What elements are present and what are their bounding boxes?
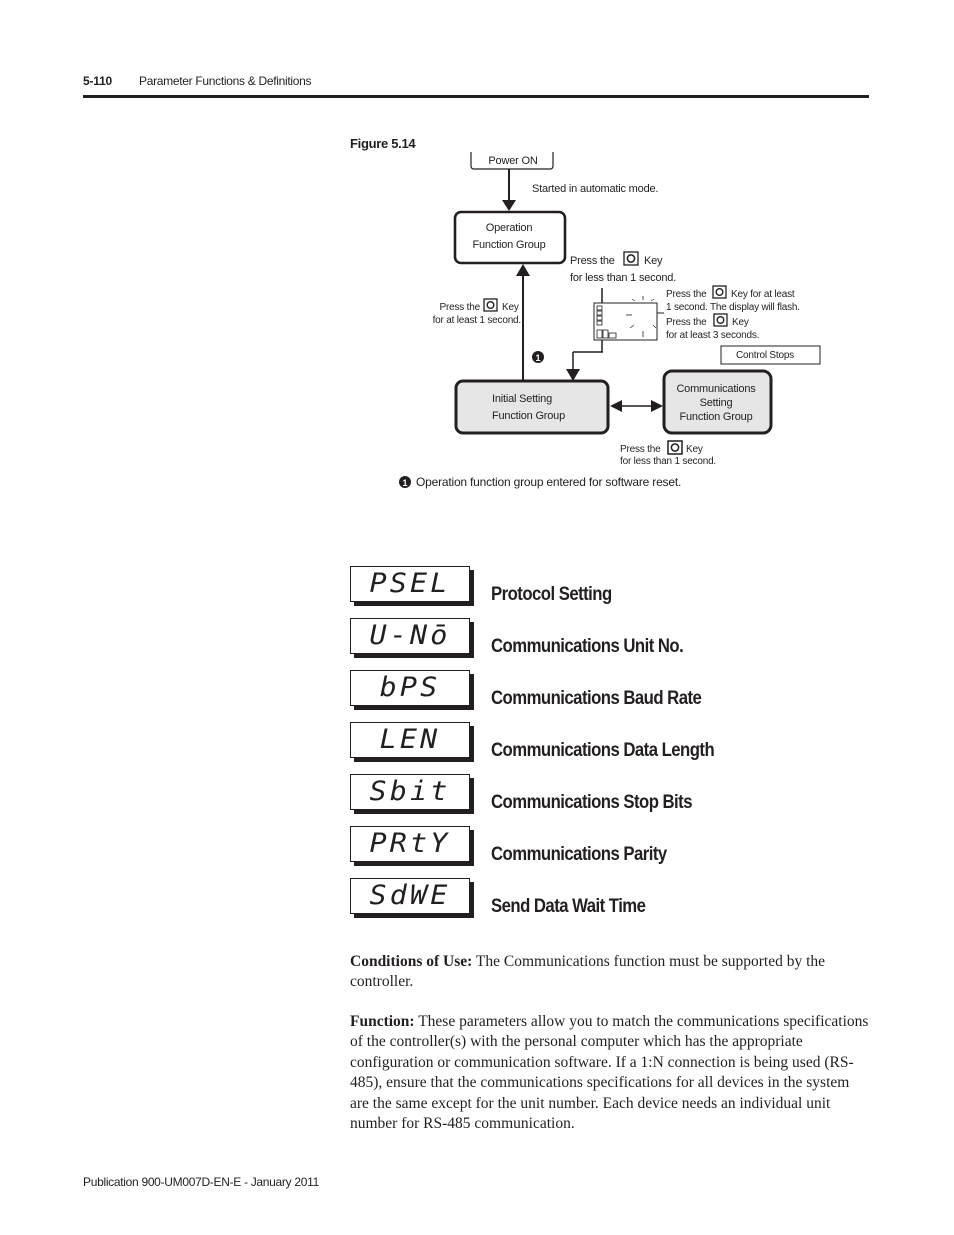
parameter-row: bPS Communications Baud Rate — [350, 670, 870, 714]
lcd-code: LEN — [379, 724, 441, 755]
lcd-display: Sbit — [350, 774, 470, 810]
parameter-label: Protocol Setting — [491, 584, 612, 605]
lcd-display: U-Nō — [350, 618, 470, 654]
svg-text:Press the: Press the — [570, 255, 615, 267]
parameter-label: Communications Parity — [491, 844, 667, 865]
svg-text:Setting: Setting — [700, 397, 733, 409]
svg-text:Initial Setting: Initial Setting — [492, 393, 552, 405]
lcd-display: SdWE — [350, 878, 470, 914]
svg-text:Function Group: Function Group — [679, 411, 752, 423]
parameter-row: Sbit Communications Stop Bits — [350, 774, 870, 818]
svg-text:1: 1 — [402, 478, 407, 488]
svg-text:Key: Key — [732, 317, 749, 328]
svg-text:Function Group: Function Group — [492, 410, 565, 422]
function-paragraph: Function: These parameters allow you to … — [350, 1012, 870, 1134]
lcd-display: bPS — [350, 670, 470, 706]
mode-key-icon — [623, 251, 639, 266]
conditions-of-use-paragraph: Conditions of Use: The Communications fu… — [350, 952, 870, 993]
svg-text:Key: Key — [644, 255, 663, 267]
svg-text:Press the: Press the — [666, 317, 707, 328]
lcd-code: Sbit — [369, 776, 451, 807]
lcd-code: PSEL — [369, 568, 451, 599]
parameter-row: LEN Communications Data Length — [350, 722, 870, 766]
svg-text:Press the: Press the — [620, 444, 661, 455]
svg-text:Key for at least: Key for at least — [731, 289, 795, 300]
operation-function-group-node: Operation Function Group — [453, 210, 567, 265]
arrowhead-right-icon — [651, 400, 663, 412]
parameter-row: SdWE Send Data Wait Time — [350, 878, 870, 922]
mode-key-icon — [667, 440, 683, 455]
mode-key-icon — [483, 298, 498, 312]
arrowhead-down-icon — [502, 200, 516, 211]
flow-diagram: Power ON Started in automatic mode. Oper… — [399, 152, 821, 489]
power-on-node: Power ON — [470, 152, 554, 170]
function-text: These parameters allow you to match the … — [350, 1013, 869, 1133]
svg-text:for less than 1 second.: for less than 1 second. — [620, 456, 716, 467]
svg-text:Operation function group enter: Operation function group entered for sof… — [416, 475, 681, 489]
svg-text:Communications: Communications — [676, 383, 756, 395]
parameter-label: Communications Stop Bits — [491, 792, 693, 813]
svg-text:for less than 1 second.: for less than 1 second. — [570, 272, 676, 284]
lcd-display: LEN — [350, 722, 470, 758]
parameter-row: PSEL Protocol Setting — [350, 566, 870, 610]
lcd-code: U-Nō — [369, 620, 451, 651]
svg-text:Press the: Press the — [440, 302, 481, 313]
svg-text:Press the: Press the — [666, 289, 707, 300]
lcd-code: SdWE — [369, 880, 451, 911]
mode-key-icon — [712, 285, 727, 299]
parameter-label: Communications Baud Rate — [491, 688, 702, 709]
svg-text:1 second. The display will fla: 1 second. The display will flash. — [666, 302, 800, 313]
svg-text:1: 1 — [535, 353, 540, 363]
started-auto-note: Started in automatic mode. — [532, 183, 658, 195]
lcd-display: PSEL — [350, 566, 470, 602]
operation-line-1: Operation — [486, 222, 533, 234]
arrowhead-left-icon — [610, 400, 622, 412]
figure-footnote: 1 Operation function group entered for s… — [399, 475, 681, 489]
parameter-row: PRtY Communications Parity — [350, 826, 870, 870]
publication-footer: Publication 900-UM007D-EN-E - January 20… — [83, 1175, 319, 1189]
power-on-label: Power ON — [488, 155, 537, 167]
controller-display-icon — [593, 296, 658, 341]
parameter-label: Communications Unit No. — [491, 636, 684, 657]
svg-text:Key: Key — [502, 302, 519, 313]
svg-text:Control Stops: Control Stops — [736, 350, 794, 361]
lcd-code: PRtY — [369, 828, 451, 859]
press-flash-note: Press the Key for at least 1 second. The… — [666, 285, 800, 313]
communications-setting-function-group-node: Communications Setting Function Group — [662, 369, 773, 435]
parameter-row: U-Nō Communications Unit No. — [350, 618, 870, 662]
initial-setting-function-group-node: Initial Setting Function Group — [454, 379, 610, 435]
lcd-code: bPS — [379, 672, 441, 703]
press-at-least-1s-note: Press the Key for at least 1 second. — [433, 298, 521, 326]
svg-text:for at least 3 seconds.: for at least 3 seconds. — [666, 330, 759, 341]
press-less-1s-top-note: Press the Key for less than 1 second. — [570, 251, 676, 284]
svg-text:Key: Key — [686, 444, 703, 455]
function-label: Function: — [350, 1013, 415, 1030]
lcd-display: PRtY — [350, 826, 470, 862]
arrowhead-down-icon — [566, 369, 580, 381]
conditions-label: Conditions of Use: — [350, 953, 473, 970]
press-3s-note: Press the Key for at least 3 seconds. — [666, 313, 759, 341]
mode-key-icon — [713, 313, 728, 327]
control-stops-box: Control Stops — [720, 345, 821, 365]
parameter-label: Communications Data Length — [491, 740, 715, 761]
press-less-1s-bottom-note: Press the Key for less than 1 second. — [620, 440, 716, 467]
operation-line-2: Function Group — [472, 239, 545, 251]
svg-text:for at least 1 second.: for at least 1 second. — [433, 315, 521, 326]
parameter-label: Send Data Wait Time — [491, 896, 646, 917]
arrowhead-up-icon — [516, 264, 530, 276]
